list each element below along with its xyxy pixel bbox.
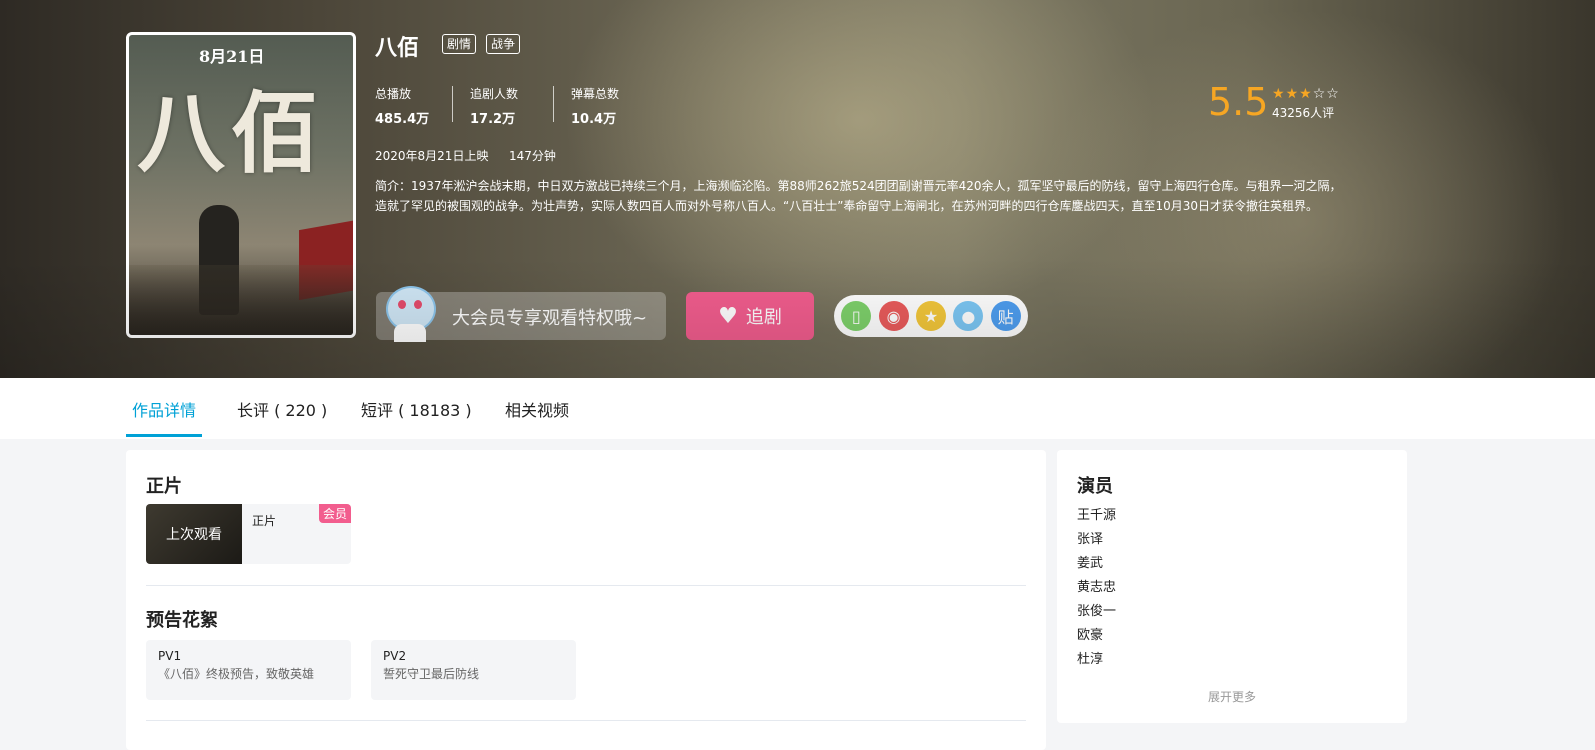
tab-long-reviews[interactable]: 长评 ( 220 )	[237, 397, 327, 421]
section-title-episodes: 正片	[146, 476, 182, 497]
follow-button[interactable]: ♥ 追剧	[686, 292, 814, 340]
tieba-icon[interactable]: 贴	[990, 301, 1021, 331]
rating-score: 5.5	[1208, 80, 1269, 124]
poster-image[interactable]: 8月21日 八佰	[126, 32, 356, 338]
description: 简介：1937年淞沪会战末期，中日双方激战已持续三个月，上海濒临沦陷。第88师2…	[375, 179, 1342, 213]
vip-promo[interactable]: 大会员专享观看特权哦~	[376, 292, 666, 340]
actor-name[interactable]: 黄志忠	[1077, 576, 1116, 595]
divider	[452, 86, 453, 122]
poster-ground	[129, 265, 353, 335]
main-panel: 正片 上次观看 正片 会员 预告花絮 PV1 《八佰》终极预告，致敬英雄 PV2…	[126, 450, 1046, 750]
pv-card[interactable]: PV2 誓死守卫最后防线	[371, 640, 576, 700]
tab-details[interactable]: 作品详情	[132, 397, 196, 421]
poster-flag	[299, 219, 353, 301]
stat-plays-label: 总播放	[375, 87, 412, 101]
mascot-icon	[380, 282, 440, 342]
stat-followers: 追剧人数 17.2万	[470, 85, 518, 127]
star-filled-icon: ★	[1272, 86, 1286, 102]
cast-panel: 演员 王千源 张译 姜武 黄志忠 张俊一 欧豪 杜淳 展开更多	[1057, 450, 1407, 723]
actor-name[interactable]: 王千源	[1077, 504, 1116, 523]
star-empty-icon: ☆	[1326, 86, 1340, 102]
divider	[553, 86, 554, 122]
poster-soldier	[199, 205, 239, 315]
tab-related-videos[interactable]: 相关视频	[505, 397, 569, 421]
actor-name[interactable]: 欧豪	[1077, 624, 1103, 643]
share-bar: ▯ ◉ ★ ● 贴	[834, 295, 1028, 337]
qq-icon[interactable]: ●	[953, 301, 984, 331]
vip-badge: 会员	[318, 504, 351, 523]
stat-plays-value: 485.4万	[375, 112, 430, 127]
duration: 147分钟	[509, 149, 556, 163]
cast-title: 演员	[1077, 476, 1113, 497]
episode-name: 正片	[252, 514, 277, 528]
stat-followers-value: 17.2万	[470, 112, 516, 127]
poster-title-art: 八佰	[137, 81, 326, 185]
actor-name[interactable]: 张译	[1077, 528, 1103, 547]
stat-danmaku: 弹幕总数 10.4万	[571, 85, 619, 127]
pv-subtitle: 《八佰》终极预告，致敬英雄	[158, 667, 315, 681]
star-empty-icon: ☆	[1312, 86, 1327, 102]
pv-card[interactable]: PV1 《八佰》终极预告，致敬英雄	[146, 640, 351, 700]
weibo-icon[interactable]: ◉	[878, 301, 909, 331]
section-title-trailers: 预告花絮	[146, 610, 218, 631]
star-filled-icon: ★	[1285, 86, 1300, 102]
episode-thumbnail: 上次观看	[146, 504, 242, 564]
release-date: 2020年8月21日上映	[375, 149, 489, 163]
show-title: 八佰	[375, 36, 420, 61]
divider	[146, 585, 1026, 586]
stat-followers-label: 追剧人数	[470, 87, 519, 101]
episode-card[interactable]: 上次观看 正片 会员	[146, 504, 351, 564]
rating-count: 43256人评	[1272, 106, 1335, 120]
pv-title: PV2	[383, 649, 407, 663]
tag-genre-2[interactable]: 战争	[486, 34, 521, 54]
stat-danmaku-label: 弹幕总数	[571, 87, 620, 101]
stat-plays: 总播放 485.4万	[375, 85, 429, 127]
tab-active-indicator	[126, 434, 202, 437]
divider	[146, 720, 1026, 721]
follow-label: 追剧	[745, 307, 782, 328]
hero-banner: 8月21日 八佰 八佰 剧情 战争 总播放 485.4万 追剧人数 17.2万 …	[0, 0, 1595, 378]
pv-title: PV1	[158, 649, 182, 663]
tab-bar: 作品详情 长评 ( 220 ) 短评 ( 18183 ) 相关视频	[0, 378, 1595, 439]
stat-danmaku-value: 10.4万	[571, 112, 617, 127]
actor-name[interactable]: 杜淳	[1077, 648, 1103, 667]
heart-icon: ♥	[718, 303, 738, 329]
tab-short-reviews[interactable]: 短评 ( 18183 )	[361, 397, 472, 421]
actor-name[interactable]: 姜武	[1077, 552, 1103, 571]
tag-genre-1[interactable]: 剧情	[442, 34, 477, 54]
star-filled-icon: ★	[1299, 86, 1313, 102]
actor-name[interactable]: 张俊一	[1077, 600, 1116, 619]
pv-subtitle: 誓死守卫最后防线	[383, 667, 480, 681]
vip-promo-text: 大会员专享观看特权哦~	[452, 308, 648, 329]
expand-more-link[interactable]: 展开更多	[1057, 688, 1407, 705]
phone-icon[interactable]: ▯	[841, 301, 872, 331]
last-watched-label: 上次观看	[166, 527, 222, 543]
rating-stars: ★★★☆☆	[1272, 86, 1340, 102]
qzone-icon[interactable]: ★	[915, 301, 946, 331]
